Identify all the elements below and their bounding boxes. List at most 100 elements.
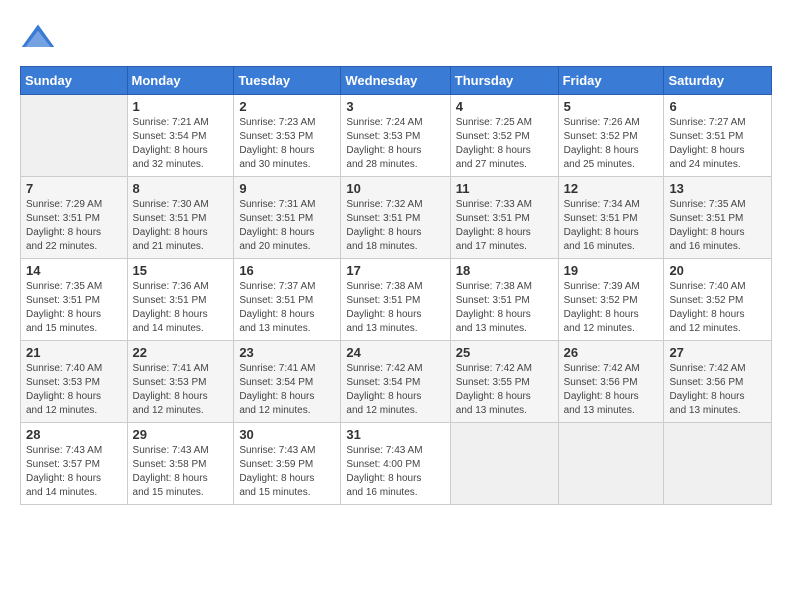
day-info: Sunrise: 7:42 AM Sunset: 3:56 PM Dayligh… xyxy=(564,362,659,418)
day-number: 23 xyxy=(239,345,335,360)
logo-icon xyxy=(20,20,56,56)
calendar-day-cell: 6Sunrise: 7:27 AM Sunset: 3:51 PM Daylig… xyxy=(664,95,772,177)
day-info: Sunrise: 7:42 AM Sunset: 3:56 PM Dayligh… xyxy=(669,362,766,418)
day-number: 20 xyxy=(669,263,766,278)
calendar-day-cell xyxy=(450,423,558,505)
day-info: Sunrise: 7:33 AM Sunset: 3:51 PM Dayligh… xyxy=(456,198,553,254)
day-number: 1 xyxy=(133,99,229,114)
day-info: Sunrise: 7:43 AM Sunset: 4:00 PM Dayligh… xyxy=(346,444,444,500)
day-number: 3 xyxy=(346,99,444,114)
calendar-day-cell: 23 Sunrise: 7:41 AM Sunset: 3:54 PM Dayli… xyxy=(234,341,341,423)
day-info: Sunrise: 7:37 AM Sunset: 3:51 PM Dayligh… xyxy=(239,280,335,336)
calendar-day-cell: 29 Sunrise: 7:43 AM Sunset: 3:58 PM Dayli… xyxy=(127,423,234,505)
calendar-day-cell: 14 Sunrise: 7:35 AM Sunset: 3:51 PM Dayli… xyxy=(21,259,128,341)
day-number: 13 xyxy=(669,181,766,196)
calendar-day-cell: 27 Sunrise: 7:42 AM Sunset: 3:56 PM Dayli… xyxy=(664,341,772,423)
day-number: 16 xyxy=(239,263,335,278)
day-info: Sunrise: 7:43 AM Sunset: 3:59 PM Dayligh… xyxy=(239,444,335,500)
calendar-day-cell: 11 Sunrise: 7:33 AM Sunset: 3:51 PM Dayli… xyxy=(450,177,558,259)
day-number: 6 xyxy=(669,99,766,114)
calendar-day-cell: 17 Sunrise: 7:38 AM Sunset: 3:51 PM Dayli… xyxy=(341,259,450,341)
day-number: 27 xyxy=(669,345,766,360)
day-info: Sunrise: 7:31 AM Sunset: 3:51 PM Dayligh… xyxy=(239,198,335,254)
day-number: 11 xyxy=(456,181,553,196)
calendar-week-row: 28 Sunrise: 7:43 AM Sunset: 3:57 PM Dayli… xyxy=(21,423,772,505)
calendar-day-cell: 26 Sunrise: 7:42 AM Sunset: 3:56 PM Dayli… xyxy=(558,341,664,423)
calendar-week-row: 7 Sunrise: 7:29 AM Sunset: 3:51 PM Daylig… xyxy=(21,177,772,259)
calendar-table: SundayMondayTuesdayWednesdayThursdayFrid… xyxy=(20,66,772,505)
calendar-day-cell: 28 Sunrise: 7:43 AM Sunset: 3:57 PM Dayli… xyxy=(21,423,128,505)
day-info: Sunrise: 7:42 AM Sunset: 3:55 PM Dayligh… xyxy=(456,362,553,418)
calendar-day-cell xyxy=(558,423,664,505)
day-number: 17 xyxy=(346,263,444,278)
page-header xyxy=(20,20,772,56)
day-number: 22 xyxy=(133,345,229,360)
day-info: Sunrise: 7:35 AM Sunset: 3:51 PM Dayligh… xyxy=(26,280,122,336)
calendar-day-cell xyxy=(21,95,128,177)
day-number: 30 xyxy=(239,427,335,442)
day-number: 26 xyxy=(564,345,659,360)
day-info: Sunrise: 7:26 AM Sunset: 3:52 PM Dayligh… xyxy=(564,116,659,172)
calendar-day-cell: 16 Sunrise: 7:37 AM Sunset: 3:51 PM Dayli… xyxy=(234,259,341,341)
day-info: Sunrise: 7:39 AM Sunset: 3:52 PM Dayligh… xyxy=(564,280,659,336)
day-number: 28 xyxy=(26,427,122,442)
calendar-day-cell: 2 Sunrise: 7:23 AM Sunset: 3:53 PM Daylig… xyxy=(234,95,341,177)
calendar-day-cell: 10Sunrise: 7:32 AM Sunset: 3:51 PM Dayli… xyxy=(341,177,450,259)
day-info: Sunrise: 7:24 AM Sunset: 3:53 PM Dayligh… xyxy=(346,116,444,172)
logo xyxy=(20,20,60,56)
day-number: 15 xyxy=(133,263,229,278)
day-info: Sunrise: 7:34 AM Sunset: 3:51 PM Dayligh… xyxy=(564,198,659,254)
day-number: 12 xyxy=(564,181,659,196)
calendar-day-cell: 13 Sunrise: 7:35 AM Sunset: 3:51 PM Dayli… xyxy=(664,177,772,259)
day-number: 14 xyxy=(26,263,122,278)
day-number: 8 xyxy=(133,181,229,196)
calendar-week-row: 14 Sunrise: 7:35 AM Sunset: 3:51 PM Dayli… xyxy=(21,259,772,341)
day-info: Sunrise: 7:43 AM Sunset: 3:58 PM Dayligh… xyxy=(133,444,229,500)
day-info: Sunrise: 7:30 AM Sunset: 3:51 PM Dayligh… xyxy=(133,198,229,254)
day-info: Sunrise: 7:43 AM Sunset: 3:57 PM Dayligh… xyxy=(26,444,122,500)
calendar-day-cell: 8 Sunrise: 7:30 AM Sunset: 3:51 PM Daylig… xyxy=(127,177,234,259)
calendar-day-cell: 21 Sunrise: 7:40 AM Sunset: 3:53 PM Dayli… xyxy=(21,341,128,423)
day-info: Sunrise: 7:38 AM Sunset: 3:51 PM Dayligh… xyxy=(346,280,444,336)
day-info: Sunrise: 7:29 AM Sunset: 3:51 PM Dayligh… xyxy=(26,198,122,254)
calendar-day-cell: 31Sunrise: 7:43 AM Sunset: 4:00 PM Dayli… xyxy=(341,423,450,505)
calendar-day-header: Tuesday xyxy=(234,67,341,95)
calendar-day-cell: 7 Sunrise: 7:29 AM Sunset: 3:51 PM Daylig… xyxy=(21,177,128,259)
day-number: 2 xyxy=(239,99,335,114)
calendar-day-cell: 12 Sunrise: 7:34 AM Sunset: 3:51 PM Dayli… xyxy=(558,177,664,259)
calendar-day-header: Monday xyxy=(127,67,234,95)
calendar-day-header: Saturday xyxy=(664,67,772,95)
calendar-day-header: Sunday xyxy=(21,67,128,95)
day-number: 5 xyxy=(564,99,659,114)
calendar-day-cell: 9 Sunrise: 7:31 AM Sunset: 3:51 PM Daylig… xyxy=(234,177,341,259)
day-number: 29 xyxy=(133,427,229,442)
day-info: Sunrise: 7:41 AM Sunset: 3:54 PM Dayligh… xyxy=(239,362,335,418)
calendar-day-cell: 19 Sunrise: 7:39 AM Sunset: 3:52 PM Dayli… xyxy=(558,259,664,341)
day-number: 19 xyxy=(564,263,659,278)
day-number: 25 xyxy=(456,345,553,360)
calendar-week-row: 21 Sunrise: 7:40 AM Sunset: 3:53 PM Dayli… xyxy=(21,341,772,423)
day-number: 9 xyxy=(239,181,335,196)
calendar-day-cell xyxy=(664,423,772,505)
day-info: Sunrise: 7:25 AM Sunset: 3:52 PM Dayligh… xyxy=(456,116,553,172)
calendar-day-cell: 15Sunrise: 7:36 AM Sunset: 3:51 PM Dayli… xyxy=(127,259,234,341)
day-number: 24 xyxy=(346,345,444,360)
calendar-day-cell: 18Sunrise: 7:38 AM Sunset: 3:51 PM Dayli… xyxy=(450,259,558,341)
day-number: 4 xyxy=(456,99,553,114)
calendar-day-cell: 4 Sunrise: 7:25 AM Sunset: 3:52 PM Daylig… xyxy=(450,95,558,177)
day-info: Sunrise: 7:23 AM Sunset: 3:53 PM Dayligh… xyxy=(239,116,335,172)
calendar-day-cell: 24Sunrise: 7:42 AM Sunset: 3:54 PM Dayli… xyxy=(341,341,450,423)
calendar-day-header: Friday xyxy=(558,67,664,95)
calendar-day-cell: 20 Sunrise: 7:40 AM Sunset: 3:52 PM Dayli… xyxy=(664,259,772,341)
day-number: 7 xyxy=(26,181,122,196)
calendar-day-cell: 22Sunrise: 7:41 AM Sunset: 3:53 PM Dayli… xyxy=(127,341,234,423)
day-info: Sunrise: 7:40 AM Sunset: 3:53 PM Dayligh… xyxy=(26,362,122,418)
calendar-day-header: Wednesday xyxy=(341,67,450,95)
calendar-day-cell: 5 Sunrise: 7:26 AM Sunset: 3:52 PM Daylig… xyxy=(558,95,664,177)
day-info: Sunrise: 7:40 AM Sunset: 3:52 PM Dayligh… xyxy=(669,280,766,336)
day-number: 21 xyxy=(26,345,122,360)
day-info: Sunrise: 7:35 AM Sunset: 3:51 PM Dayligh… xyxy=(669,198,766,254)
calendar-day-header: Thursday xyxy=(450,67,558,95)
calendar-header-row: SundayMondayTuesdayWednesdayThursdayFrid… xyxy=(21,67,772,95)
calendar-day-cell: 1Sunrise: 7:21 AM Sunset: 3:54 PM Daylig… xyxy=(127,95,234,177)
